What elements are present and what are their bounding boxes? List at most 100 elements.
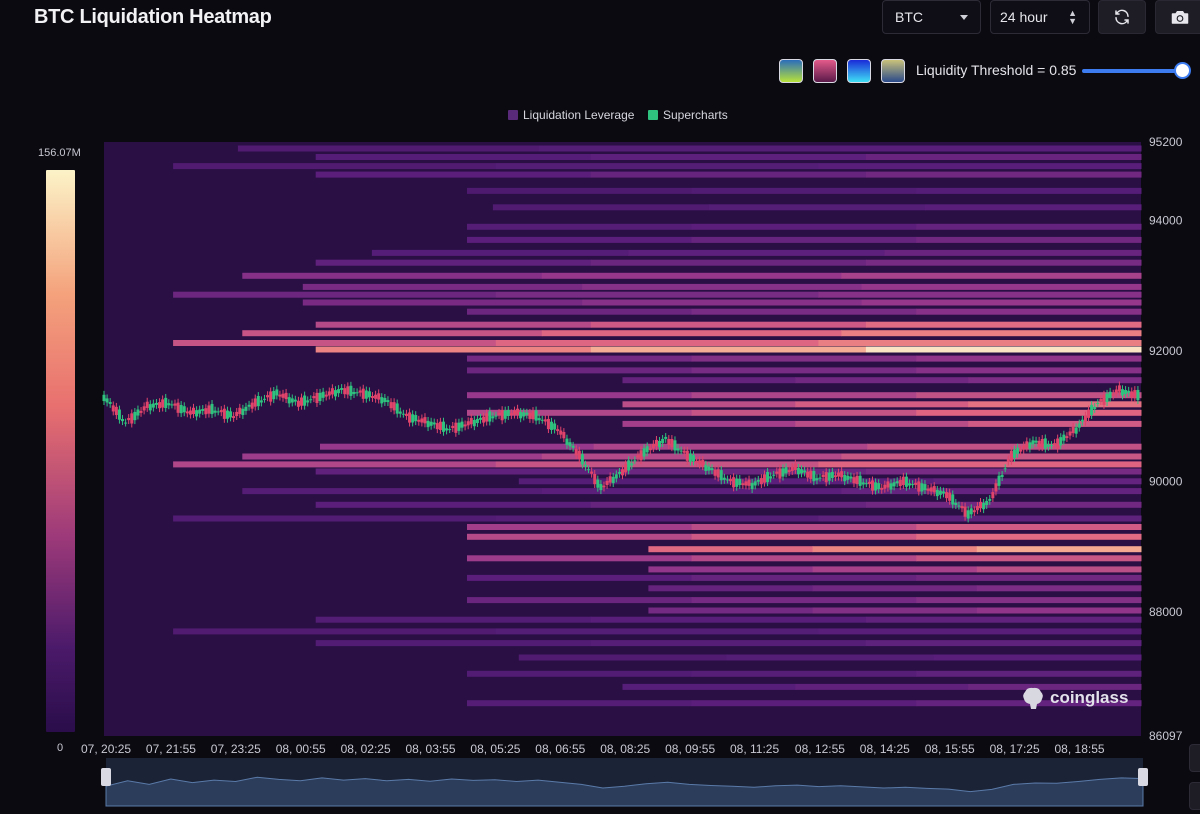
candlestick-body [386, 400, 390, 403]
candlestick-body [756, 479, 760, 482]
edge-settings-button[interactable] [1189, 744, 1200, 772]
candlestick-body [590, 471, 594, 474]
candlestick-body [923, 484, 927, 491]
candlestick-body [114, 406, 118, 416]
candlestick-body [346, 386, 350, 395]
candlestick-body [704, 464, 708, 471]
candlestick-body [411, 414, 415, 423]
liquidation-heatmap-chart[interactable]: 95200 94000 92000 90000 88000 86097 07, 20:25 0… [0, 0, 1200, 814]
candlestick-body [420, 418, 424, 423]
candlestick-body [1059, 437, 1063, 446]
candlestick-body [367, 391, 371, 398]
candlestick-body [398, 411, 402, 414]
candlestick-body [975, 506, 979, 511]
heatmap-band [708, 204, 926, 211]
heatmap-band [495, 163, 819, 170]
candlestick-body [340, 388, 344, 390]
candlestick-body [229, 411, 233, 418]
y-axis-tick-label: 92000 [1149, 344, 1183, 358]
x-axis-tick-label: 08, 02:25 [341, 742, 391, 756]
candlestick-body [188, 410, 192, 415]
heatmap-band [467, 223, 693, 230]
candlestick-body [250, 402, 254, 409]
candlestick-body [945, 492, 949, 499]
candlestick-body [244, 406, 248, 411]
heatmap-band [691, 236, 917, 243]
candlestick-body [957, 505, 961, 507]
heatmap-band [865, 321, 1142, 328]
candlestick-body [1025, 441, 1029, 448]
candlestick-body [509, 413, 513, 416]
candlestick-body [796, 467, 800, 475]
heatmap-band [467, 700, 693, 707]
heatmap-band [315, 501, 592, 508]
heatmap-band [648, 546, 814, 553]
candlestick-body [710, 468, 714, 471]
navigator-left-handle[interactable] [101, 768, 111, 786]
heatmap-band [582, 283, 863, 290]
candlestick-body [352, 391, 356, 395]
heatmap-band [622, 401, 796, 408]
brand-text: coinglass [1050, 688, 1129, 707]
heatmap-band [691, 409, 917, 416]
candlestick-body [1019, 449, 1023, 452]
candlestick-body [121, 418, 125, 422]
candlestick-body [682, 450, 686, 453]
candlestick-body [867, 481, 871, 484]
x-axis-tick-label: 08, 08:25 [600, 742, 650, 756]
candlestick-body [729, 479, 733, 482]
x-axis-tick-label: 07, 20:25 [81, 742, 131, 756]
heatmap-band [648, 585, 814, 592]
candlestick-body [497, 412, 501, 416]
heatmap-band [320, 443, 595, 450]
heatmap-band [467, 367, 693, 374]
y-axis-tick-label: 90000 [1149, 474, 1183, 488]
heatmap-band [818, 628, 1142, 635]
candlestick-body [772, 474, 776, 476]
candlestick-body [1046, 444, 1050, 447]
heatmap-band [467, 236, 693, 243]
candlestick-body [1130, 391, 1134, 398]
heatmap-band [865, 468, 1142, 475]
candlestick-body [550, 421, 554, 430]
candlestick-body [182, 406, 186, 413]
candlestick-body [192, 407, 196, 415]
coinglass-brand: coinglass [1022, 686, 1128, 710]
navigator-right-handle[interactable] [1138, 768, 1148, 786]
candlestick-body [528, 412, 532, 419]
candlestick-body [463, 424, 467, 427]
heatmap-band [976, 566, 1142, 573]
y-axis-tick-label: 95200 [1149, 135, 1183, 149]
heatmap-band [691, 392, 917, 399]
heatmap-band [467, 533, 693, 540]
candlestick-body [624, 464, 628, 473]
heatmap-band [865, 346, 1142, 353]
heatmap-band [648, 566, 814, 573]
candlestick-body [438, 421, 442, 430]
candlestick-body [1108, 391, 1112, 398]
candlestick-body [454, 422, 458, 433]
candlestick-body [920, 483, 924, 492]
plot-background [104, 142, 1141, 736]
candlestick-body [423, 417, 427, 424]
heatmap-band [593, 443, 868, 450]
candlestick-body [173, 403, 177, 406]
heatmap-band [884, 249, 1142, 256]
heatmap-band [315, 171, 592, 178]
candlestick-body [725, 479, 729, 481]
candlestick-body [855, 475, 859, 485]
candlestick-body [445, 428, 449, 431]
candlestick-body [716, 469, 720, 478]
candlestick-body [994, 483, 998, 492]
candlestick-body [216, 411, 220, 413]
candlestick-body [790, 466, 794, 472]
candlestick-body [1009, 450, 1013, 461]
heatmap-band [916, 533, 1142, 540]
heatmap-band [865, 171, 1142, 178]
candlestick-body [1074, 427, 1078, 434]
candlestick-body [466, 421, 470, 426]
candlestick-body [874, 482, 878, 491]
candlestick-body [349, 385, 353, 396]
candlestick-body [303, 395, 307, 406]
edge-tool-button[interactable] [1189, 782, 1200, 810]
